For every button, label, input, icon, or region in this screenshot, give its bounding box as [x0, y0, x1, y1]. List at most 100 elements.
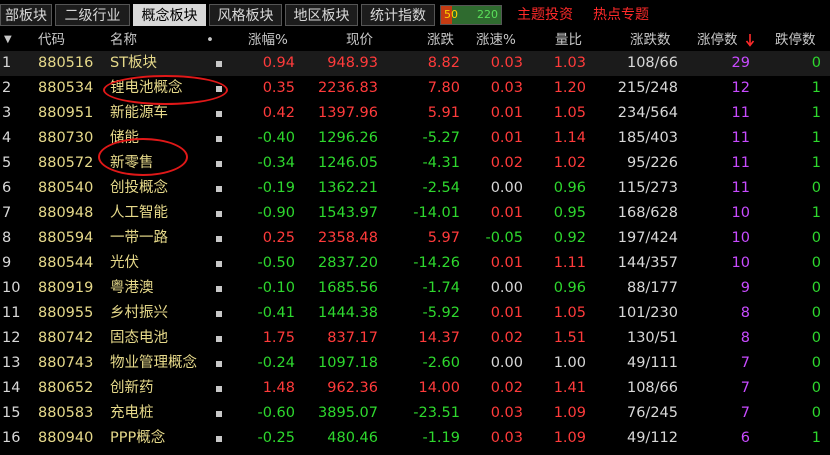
change: -5.27 — [422, 130, 460, 146]
table-row[interactable]: 4 880730 储能 -0.40 1296.26 -5.27 0.01 1.14 185/40… — [0, 126, 830, 151]
header-name[interactable]: 名称 — [110, 29, 137, 51]
row-index: 3 — [2, 105, 12, 121]
tab-stat-index[interactable]: 统计指数 — [361, 4, 435, 26]
table-header: ▼ 代码 名称 • 涨幅% 现价 涨跌 涨速% 量比 涨跌数 涨停数 跌停数 — [0, 29, 830, 51]
limit-up-count: 7 — [740, 355, 750, 371]
row-marker-icon — [216, 61, 222, 67]
header-price[interactable]: 现价 — [346, 29, 373, 51]
advance-decline: 215/248 — [617, 80, 678, 96]
header-limit-up[interactable]: 涨停数 — [697, 29, 738, 51]
sector-code: 880730 — [38, 130, 94, 146]
limit-up-count: 7 — [740, 380, 750, 396]
change: 5.91 — [427, 105, 460, 121]
table-row[interactable]: 7 880948 人工智能 -0.90 1543.97 -14.01 0.01 0.95 168… — [0, 201, 830, 226]
pct-change: -0.60 — [257, 405, 295, 421]
volume-ratio: 1.05 — [553, 105, 586, 121]
table-row[interactable]: 5 880572 新零售 -0.34 1246.05 -4.31 0.02 1.02 95/22… — [0, 151, 830, 176]
tab-region-sectors[interactable]: 地区板块 — [285, 4, 358, 26]
row-index: 1 — [2, 55, 12, 71]
sector-name: 创新药 — [110, 380, 154, 396]
sector-code: 880951 — [38, 105, 94, 121]
advance-decline: 95/226 — [626, 155, 678, 171]
speed: 0.00 — [490, 180, 523, 196]
sector-name: 光伏 — [110, 255, 139, 271]
row-index: 16 — [2, 430, 21, 446]
limit-up-count: 10 — [731, 205, 750, 221]
volume-ratio: 0.96 — [553, 180, 586, 196]
sector-name: 锂电池概念 — [110, 80, 183, 96]
table-row[interactable]: 12 880742 固态电池 1.75 837.17 14.37 0.02 1.51 130/5… — [0, 326, 830, 351]
price: 948.93 — [327, 55, 378, 71]
table-row[interactable]: 9 880544 光伏 -0.50 2837.20 -14.26 0.01 1.11 144/3… — [0, 251, 830, 276]
header-advance-decline[interactable]: 涨跌数 — [630, 29, 671, 51]
table-row[interactable]: 8 880594 一带一路 0.25 2358.48 5.97 -0.05 0.92 197/4… — [0, 226, 830, 251]
table-row[interactable]: 2 880534 锂电池概念 0.35 2236.83 7.80 0.03 1.20 215/2… — [0, 76, 830, 101]
advance-decline: 108/66 — [626, 55, 678, 71]
limit-down-count: 1 — [811, 430, 821, 446]
tab-bar: 部板块 二级行业 概念板块 风格板块 地区板块 统计指数 50 220 主题投资… — [0, 0, 830, 29]
pct-change: -0.50 — [257, 255, 295, 271]
row-index: 13 — [2, 355, 21, 371]
speed: 0.01 — [490, 255, 523, 271]
header-dot: • — [206, 32, 214, 48]
table-row[interactable]: 10 880919 粤港澳 -0.10 1685.56 -1.74 0.00 0.96 88/1… — [0, 276, 830, 301]
volume-ratio: 1.00 — [553, 355, 586, 371]
advance-decline: 185/403 — [617, 130, 678, 146]
row-index: 2 — [2, 80, 12, 96]
table-row[interactable]: 16 880940 PPP概念 -0.25 480.46 -1.19 0.03 1.09 49/… — [0, 426, 830, 451]
price: 837.17 — [327, 330, 378, 346]
volume-ratio: 1.20 — [553, 80, 586, 96]
row-index: 8 — [2, 230, 12, 246]
limit-down-count: 0 — [811, 230, 821, 246]
row-index: 10 — [2, 280, 21, 296]
table-row[interactable]: 15 880583 充电桩 -0.60 3895.07 -23.51 0.03 1.09 76/… — [0, 401, 830, 426]
header-pct-change[interactable]: 涨幅% — [248, 29, 288, 51]
change: 8.82 — [427, 55, 460, 71]
tab-all-sectors[interactable]: 部板块 — [0, 4, 52, 26]
row-index: 7 — [2, 205, 12, 221]
volume-ratio: 1.14 — [553, 130, 586, 146]
column-menu-icon[interactable]: ▼ — [4, 29, 12, 51]
advance-decline: 234/564 — [617, 105, 678, 121]
limit-down-count: 0 — [811, 355, 821, 371]
table-row[interactable]: 14 880652 创新药 1.48 962.36 14.00 0.02 1.41 108/66… — [0, 376, 830, 401]
table-row[interactable]: 11 880955 乡村振兴 -0.41 1444.38 -5.92 0.01 1.05 101… — [0, 301, 830, 326]
header-limit-down[interactable]: 跌停数 — [775, 29, 816, 51]
table-row[interactable]: 6 880540 创投概念 -0.19 1362.21 -2.54 0.00 0.96 115/… — [0, 176, 830, 201]
volume-ratio: 1.05 — [553, 305, 586, 321]
price: 1397.96 — [318, 105, 378, 121]
sector-code: 880540 — [38, 180, 94, 196]
volume-ratio: 1.09 — [553, 405, 586, 421]
tab-style-sectors[interactable]: 风格板块 — [209, 4, 282, 26]
advance-decline: 130/51 — [626, 330, 678, 346]
row-index: 11 — [2, 305, 21, 321]
speed: 0.02 — [490, 380, 523, 396]
change: 14.37 — [418, 330, 460, 346]
tab-secondary-industry[interactable]: 二级行业 — [55, 4, 130, 26]
price: 1362.21 — [318, 180, 378, 196]
table-row[interactable]: 1 880516 ST板块 0.94 948.93 8.82 0.03 1.03 108/66 2… — [0, 51, 830, 76]
header-change[interactable]: 涨跌 — [427, 29, 454, 51]
table-row[interactable]: 13 880743 物业管理概念 -0.24 1097.18 -2.60 0.00 1.00 4… — [0, 351, 830, 376]
limit-down-count: 0 — [811, 330, 821, 346]
limit-up-count: 11 — [731, 180, 750, 196]
sector-code: 880594 — [38, 230, 94, 246]
theme-investing-link[interactable]: 主题投资 — [517, 4, 573, 26]
row-marker-icon — [216, 161, 222, 167]
pct-change: -0.40 — [257, 130, 295, 146]
table-row[interactable]: 3 880951 新能源车 0.42 1397.96 5.91 0.01 1.05 234/56… — [0, 101, 830, 126]
tab-concept-sectors[interactable]: 概念板块 — [133, 4, 206, 26]
speed: 0.03 — [490, 80, 523, 96]
price: 1444.38 — [318, 305, 378, 321]
volume-ratio: 1.51 — [553, 330, 586, 346]
header-volume-ratio[interactable]: 量比 — [555, 29, 582, 51]
pct-change: 1.75 — [262, 330, 295, 346]
limit-down-count: 1 — [811, 130, 821, 146]
limit-down-count: 1 — [811, 205, 821, 221]
volume-ratio: 0.96 — [553, 280, 586, 296]
header-speed[interactable]: 涨速% — [476, 29, 516, 51]
hot-topics-link[interactable]: 热点专题 — [593, 4, 649, 26]
price: 1685.56 — [318, 280, 378, 296]
breadth-up-count: 50 — [444, 8, 458, 21]
header-code[interactable]: 代码 — [38, 29, 65, 51]
